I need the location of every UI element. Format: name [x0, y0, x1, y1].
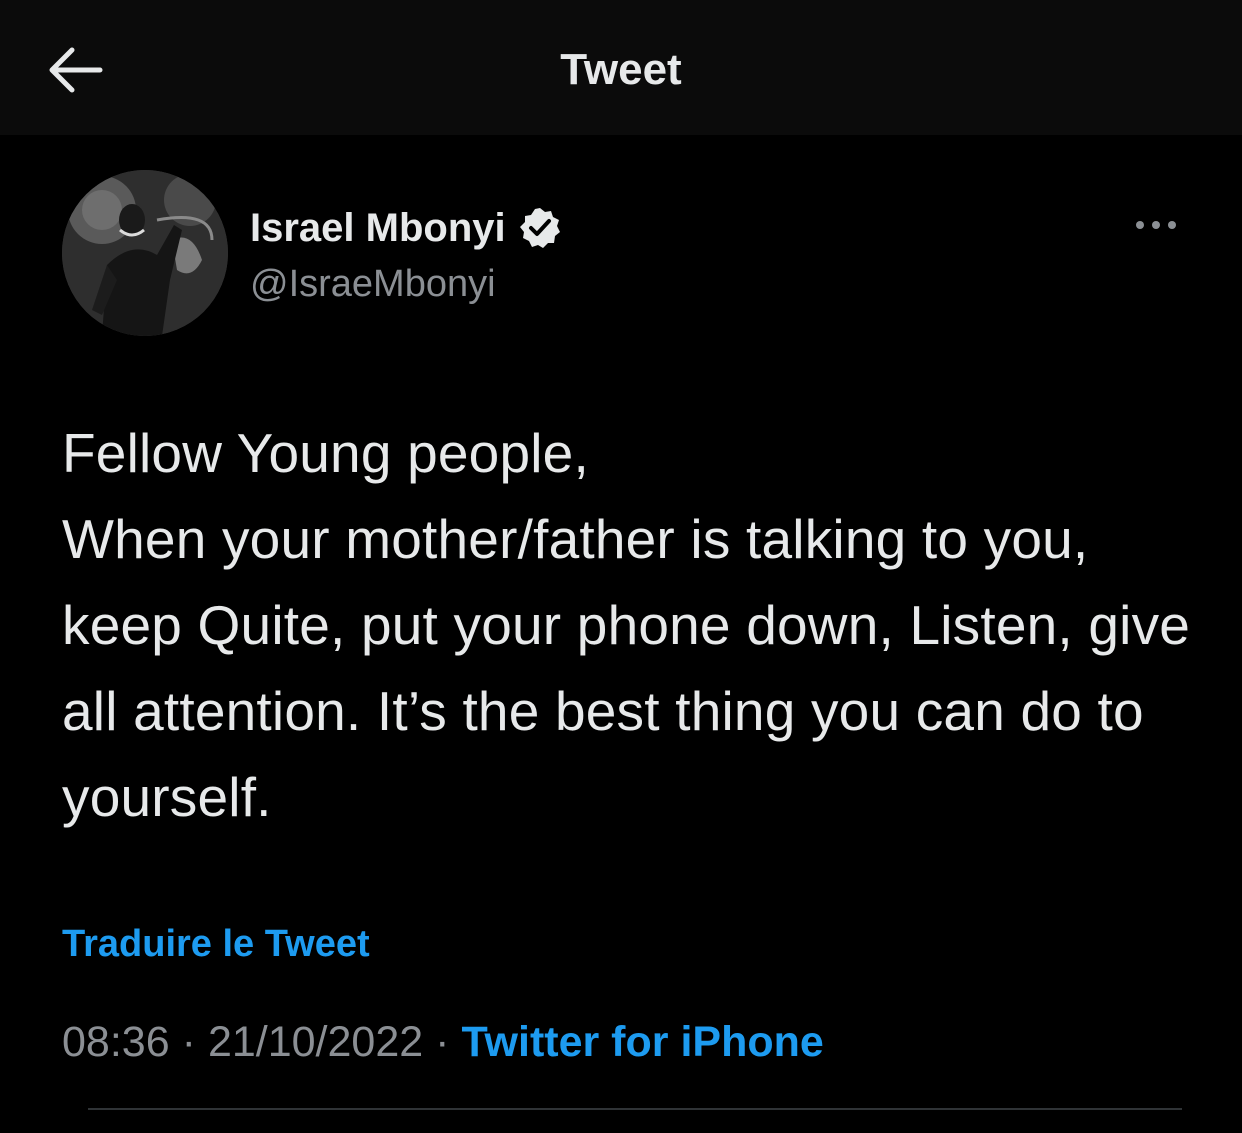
tweet-time: 08:36 — [62, 1018, 170, 1066]
author-handle[interactable]: @IsraeMbonyi — [250, 258, 496, 310]
profile-photo — [62, 170, 228, 336]
avatar[interactable] — [62, 170, 228, 336]
separator-dot: · — [181, 1018, 196, 1066]
tweet-source-link[interactable]: Twitter for iPhone — [461, 1012, 823, 1072]
tweet-date: 21/10/2022 — [207, 1018, 424, 1066]
separator-dot: · — [435, 1018, 450, 1066]
divider — [88, 1108, 1182, 1110]
more-options-button[interactable] — [1128, 205, 1184, 245]
author-name[interactable]: Israel Mbonyi — [250, 202, 506, 254]
ellipsis-icon — [1136, 221, 1176, 229]
tweet-metadata: 08:36 · 21/10/2022 · Twitter for iPhone — [62, 1012, 824, 1072]
translate-tweet-link[interactable]: Traduire le Tweet — [62, 918, 370, 970]
top-bar: Tweet — [0, 0, 1242, 135]
verified-badge-icon — [518, 206, 562, 250]
author-name-row[interactable]: Israel Mbonyi — [250, 200, 562, 256]
tweet-text: Fellow Young people, When your mother/fa… — [62, 422, 1191, 828]
page-title: Tweet — [560, 45, 682, 94]
